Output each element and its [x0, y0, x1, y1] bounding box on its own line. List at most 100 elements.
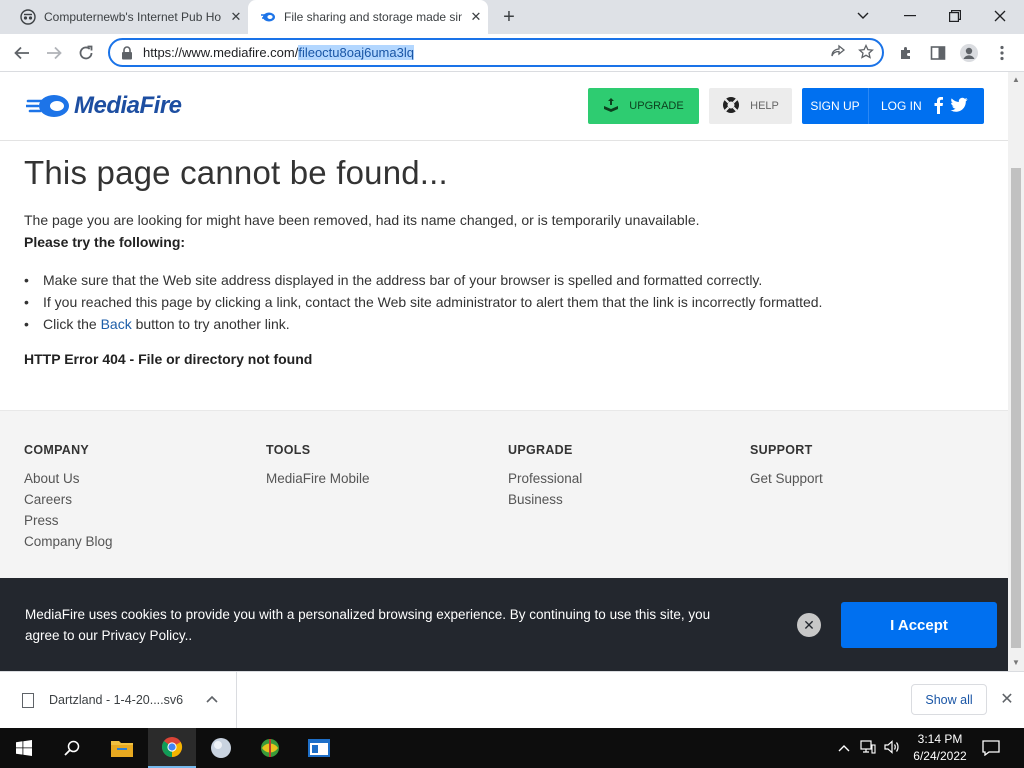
footer-link-get-support[interactable]: Get Support [750, 471, 823, 492]
file-icon [22, 692, 34, 708]
footer-link-business[interactable]: Business [508, 492, 582, 513]
footer-heading: UPGRADE [508, 443, 573, 457]
footer-link-press[interactable]: Press [24, 513, 113, 534]
share-icon[interactable] [830, 44, 846, 65]
extensions-puzzle-icon[interactable] [896, 43, 916, 63]
minimize-icon[interactable] [895, 4, 925, 28]
clock-date: 6/24/2022 [913, 749, 967, 763]
upgrade-box-icon [603, 97, 619, 116]
scroll-up-arrow-icon[interactable]: ▲ [1012, 75, 1020, 84]
footer-link-professional[interactable]: Professional [508, 471, 582, 492]
url-selected-path: fileoctu8oaj6uma3lq [298, 45, 414, 60]
bookmark-star-icon[interactable] [858, 43, 874, 65]
error-code: HTTP Error 404 - File or directory not f… [24, 351, 313, 367]
mediafire-flame-icon [26, 95, 69, 117]
error-description: The page you are looking for might have … [24, 212, 700, 228]
tab-mediafire[interactable]: File sharing and storage made sim ✕ [248, 0, 488, 34]
network-globe-icon[interactable] [246, 728, 294, 768]
close-shelf-icon[interactable]: ✕ [998, 690, 1016, 708]
footer-column-support: SUPPORT Get Support [750, 443, 823, 492]
windows-start-icon[interactable] [0, 728, 48, 768]
footer-link-company-blog[interactable]: Company Blog [24, 534, 113, 555]
download-file-name: Dartzland - 1-4-20....sv6 [49, 693, 184, 707]
footer-column-upgrade: UPGRADE Professional Business [508, 443, 582, 513]
accept-cookies-button[interactable]: I Accept [841, 602, 997, 648]
forward-arrow-icon[interactable] [43, 42, 65, 64]
mediafire-favicon-icon [260, 9, 276, 25]
profile-avatar-icon[interactable] [959, 43, 979, 63]
list-item: If you reached this page by clicking a l… [24, 291, 822, 313]
address-bar[interactable]: https://www.mediafire.com/fileoctu8oaj6u… [108, 38, 884, 67]
side-panel-icon[interactable] [928, 43, 948, 63]
tab-title: Computernewb's Internet Pub Ho [44, 10, 222, 24]
footer-column-company: COMPANY About Us Careers Press Company B… [24, 443, 113, 555]
login-button[interactable]: LOG IN [881, 99, 922, 113]
footer-heading: COMPANY [24, 443, 90, 457]
scroll-down-arrow-icon[interactable]: ▼ [1012, 658, 1020, 667]
chrome-icon[interactable] [148, 728, 196, 768]
chevron-up-icon[interactable] [206, 692, 218, 706]
browser-toolbar: https://www.mediafire.com/fileoctu8oaj6u… [0, 34, 1024, 72]
help-label: HELP [750, 100, 779, 112]
back-arrow-icon[interactable] [11, 42, 33, 64]
cookie-banner: MediaFire uses cookies to provide you wi… [0, 578, 1008, 671]
notification-icon[interactable] [982, 728, 1000, 768]
app-sphere-icon[interactable] [197, 728, 245, 768]
system-tray [838, 728, 900, 768]
footer-link-mediafire-mobile[interactable]: MediaFire Mobile [266, 471, 370, 492]
signup-button[interactable]: SIGN UP [802, 88, 869, 124]
site-header: MediaFire UPGRADE HELP SIGN UP LOG IN [0, 72, 1008, 141]
try-heading: Please try the following: [24, 234, 186, 250]
back-link[interactable]: Back [101, 316, 132, 332]
url-text: https://www.mediafire.com/fileoctu8oaj6u… [143, 45, 414, 60]
footer-link-careers[interactable]: Careers [24, 492, 113, 513]
windows-taskbar: 3:14 PM 6/24/2022 [0, 728, 1024, 768]
help-button[interactable]: HELP [709, 88, 792, 124]
suggestions-list: Make sure that the Web site address disp… [24, 269, 822, 335]
suggestion-text: Make sure that the Web site address disp… [43, 272, 763, 288]
suggestion-text: If you reached this page by clicking a l… [43, 294, 823, 310]
tab-computernewb[interactable]: Computernewb's Internet Pub Ho ✕ [8, 0, 246, 34]
suggestion-text-post: button to try another link. [131, 316, 290, 332]
twitter-icon[interactable] [950, 97, 968, 116]
restore-icon[interactable] [940, 4, 970, 28]
taskbar-clock[interactable]: 3:14 PM 6/24/2022 [905, 731, 975, 765]
upgrade-label: UPGRADE [629, 100, 684, 112]
footer-link-about-us[interactable]: About Us [24, 471, 113, 492]
page-viewport: MediaFire UPGRADE HELP SIGN UP LOG IN Th… [0, 72, 1008, 671]
lock-icon[interactable] [121, 45, 133, 60]
download-item[interactable]: Dartzland - 1-4-20....sv6 [0, 672, 237, 728]
cookie-close-icon[interactable]: ✕ [797, 613, 821, 637]
new-tab-plus-icon[interactable]: + [498, 7, 520, 29]
scrollbar-thumb[interactable] [1011, 168, 1021, 648]
footer-heading: TOOLS [266, 443, 311, 457]
tab-search-chevron-icon[interactable] [848, 4, 878, 28]
network-icon[interactable] [860, 739, 876, 757]
tab-strip: Computernewb's Internet Pub Ho ✕ File sh… [0, 0, 1024, 34]
volume-icon[interactable] [884, 739, 900, 757]
cookie-message: MediaFire uses cookies to provide you wi… [25, 607, 711, 643]
download-shelf: Dartzland - 1-4-20....sv6 Show all ✕ [0, 671, 1024, 728]
close-tab-icon[interactable]: ✕ [228, 9, 244, 25]
app-window-icon[interactable] [295, 728, 343, 768]
file-explorer-icon[interactable] [98, 728, 146, 768]
logo-wordmark: MediaFire [74, 92, 182, 119]
mediafire-logo[interactable]: MediaFire [26, 92, 182, 120]
reload-icon[interactable] [75, 42, 97, 64]
page-title: This page cannot be found... [24, 154, 448, 191]
page-scrollbar[interactable]: ▲ ▼ [1008, 72, 1024, 671]
upgrade-button[interactable]: UPGRADE [588, 88, 699, 124]
show-all-button[interactable]: Show all [911, 684, 987, 715]
close-window-icon[interactable] [985, 4, 1015, 28]
list-item: Make sure that the Web site address disp… [24, 269, 822, 291]
tray-chevron-up-icon[interactable] [838, 741, 850, 755]
kebab-menu-icon[interactable] [992, 43, 1012, 63]
close-tab-icon[interactable]: ✕ [468, 9, 484, 25]
facebook-icon[interactable] [932, 96, 944, 117]
footer-heading: SUPPORT [750, 443, 813, 457]
lifebuoy-icon [722, 96, 740, 117]
search-icon[interactable] [48, 728, 96, 768]
footer-column-tools: TOOLS MediaFire Mobile [266, 443, 370, 492]
tab-title: File sharing and storage made sim [284, 10, 462, 24]
url-base: https://www.mediafire.com/ [143, 45, 299, 60]
